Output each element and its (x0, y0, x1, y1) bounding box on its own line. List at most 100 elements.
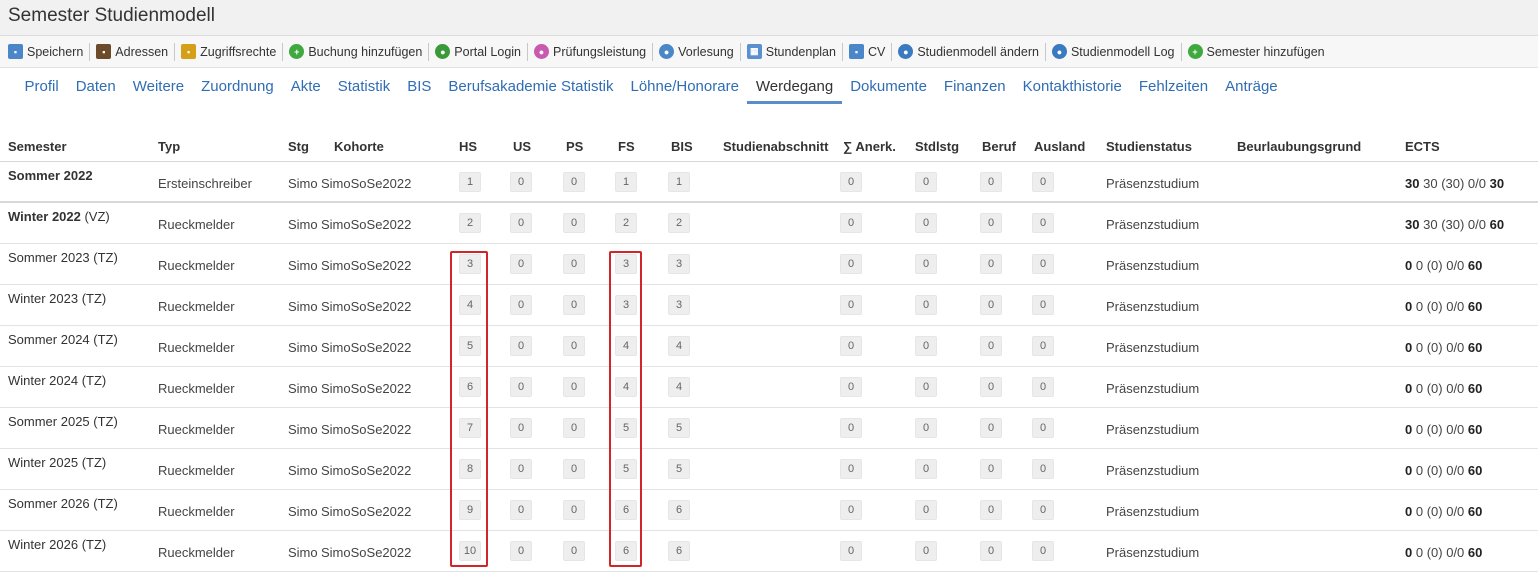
fs-input[interactable]: 4 (615, 377, 637, 397)
anerk-input[interactable]: 0 (840, 459, 862, 479)
toolbar-button-adressen[interactable]: ▪ Adressen (96, 44, 174, 59)
bis-input[interactable]: 4 (668, 377, 690, 397)
ps-input[interactable]: 0 (563, 541, 585, 561)
header-beurlaubungsgrund[interactable]: Beurlaubungsgrund (1237, 139, 1361, 154)
bis-input[interactable]: 1 (668, 172, 690, 192)
fs-input[interactable]: 2 (615, 213, 637, 233)
tab-statistik[interactable]: Statistik (329, 78, 399, 104)
header-ects[interactable]: ECTS (1405, 139, 1440, 154)
bis-input[interactable]: 6 (668, 541, 690, 561)
ausland-input[interactable]: 0 (1032, 295, 1054, 315)
beruf-input[interactable]: 0 (980, 336, 1002, 356)
header-stg[interactable]: Stg (288, 139, 309, 154)
header-ausland[interactable]: Ausland (1034, 139, 1085, 154)
beruf-input[interactable]: 0 (980, 213, 1002, 233)
fs-input[interactable]: 3 (615, 295, 637, 315)
stdlstg-input[interactable]: 0 (915, 500, 937, 520)
tab-dokumente[interactable]: Dokumente (842, 78, 936, 104)
ps-input[interactable]: 0 (563, 336, 585, 356)
anerk-input[interactable]: 0 (840, 254, 862, 274)
anerk-input[interactable]: 0 (840, 213, 862, 233)
ausland-input[interactable]: 0 (1032, 254, 1054, 274)
stdlstg-input[interactable]: 0 (915, 295, 937, 315)
hs-input[interactable]: 6 (459, 377, 481, 397)
ausland-input[interactable]: 0 (1032, 500, 1054, 520)
header-stdlstg[interactable]: Stdlstg (915, 139, 959, 154)
us-input[interactable]: 0 (510, 377, 532, 397)
ps-input[interactable]: 0 (563, 500, 585, 520)
us-input[interactable]: 0 (510, 459, 532, 479)
ausland-input[interactable]: 0 (1032, 418, 1054, 438)
us-input[interactable]: 0 (510, 336, 532, 356)
hs-input[interactable]: 5 (459, 336, 481, 356)
tab-werdegang[interactable]: Werdegang (747, 78, 842, 104)
anerk-input[interactable]: 0 (840, 336, 862, 356)
toolbar-button-buchung-hinzufügen[interactable]: + Buchung hinzufügen (289, 44, 428, 59)
beruf-input[interactable]: 0 (980, 172, 1002, 192)
beruf-input[interactable]: 0 (980, 254, 1002, 274)
ausland-input[interactable]: 0 (1032, 377, 1054, 397)
hs-input[interactable]: 3 (459, 254, 481, 274)
stdlstg-input[interactable]: 0 (915, 418, 937, 438)
us-input[interactable]: 0 (510, 295, 532, 315)
ps-input[interactable]: 0 (563, 377, 585, 397)
header-hs[interactable]: HS (459, 139, 477, 154)
tab-kontakthistorie[interactable]: Kontakthistorie (1014, 78, 1130, 104)
ps-input[interactable]: 0 (563, 254, 585, 274)
bis-input[interactable]: 6 (668, 500, 690, 520)
fs-input[interactable]: 1 (615, 172, 637, 192)
fs-input[interactable]: 6 (615, 541, 637, 561)
tab-fehlzeiten[interactable]: Fehlzeiten (1130, 78, 1216, 104)
bis-input[interactable]: 5 (668, 459, 690, 479)
header-fs[interactable]: FS (618, 139, 635, 154)
stdlstg-input[interactable]: 0 (915, 254, 937, 274)
tab-zuordnung[interactable]: Zuordnung (193, 78, 283, 104)
header-kohorte[interactable]: Kohorte (334, 139, 384, 154)
hs-input[interactable]: 10 (459, 541, 481, 561)
ausland-input[interactable]: 0 (1032, 172, 1054, 192)
toolbar-button-portal-login[interactable]: ● Portal Login (435, 44, 527, 59)
hs-input[interactable]: 8 (459, 459, 481, 479)
fs-input[interactable]: 4 (615, 336, 637, 356)
tab-bis[interactable]: BIS (399, 78, 440, 104)
tab-finanzen[interactable]: Finanzen (935, 78, 1014, 104)
ausland-input[interactable]: 0 (1032, 213, 1054, 233)
ausland-input[interactable]: 0 (1032, 336, 1054, 356)
anerk-input[interactable]: 0 (840, 377, 862, 397)
tab-weitere[interactable]: Weitere (124, 78, 192, 104)
header-beruf[interactable]: Beruf (982, 139, 1016, 154)
beruf-input[interactable]: 0 (980, 377, 1002, 397)
toolbar-button-stundenplan[interactable]: ▦ Stundenplan (746, 44, 842, 59)
toolbar-button-zugriffsrechte[interactable]: ▪ Zugriffsrechte (181, 44, 282, 59)
header-studienabschnitt[interactable]: Studienabschnitt (723, 139, 828, 154)
anerk-input[interactable]: 0 (840, 418, 862, 438)
ps-input[interactable]: 0 (563, 295, 585, 315)
bis-input[interactable]: 3 (668, 254, 690, 274)
hs-input[interactable]: 4 (459, 295, 481, 315)
toolbar-button-cv[interactable]: ▪ CV (848, 44, 891, 59)
fs-input[interactable]: 3 (615, 254, 637, 274)
stdlstg-input[interactable]: 0 (915, 336, 937, 356)
beruf-input[interactable]: 0 (980, 459, 1002, 479)
beruf-input[interactable]: 0 (980, 541, 1002, 561)
stdlstg-input[interactable]: 0 (915, 459, 937, 479)
stdlstg-input[interactable]: 0 (915, 213, 937, 233)
header-us[interactable]: US (513, 139, 531, 154)
us-input[interactable]: 0 (510, 500, 532, 520)
fs-input[interactable]: 5 (615, 459, 637, 479)
header-semester[interactable]: Semester (8, 139, 67, 154)
fs-input[interactable]: 5 (615, 418, 637, 438)
hs-input[interactable]: 9 (459, 500, 481, 520)
header-bis[interactable]: BIS (671, 139, 693, 154)
stdlstg-input[interactable]: 0 (915, 172, 937, 192)
ps-input[interactable]: 0 (563, 459, 585, 479)
stdlstg-input[interactable]: 0 (915, 377, 937, 397)
tab-berufsakademie-statistik[interactable]: Berufsakademie Statistik (440, 78, 622, 104)
ausland-input[interactable]: 0 (1032, 459, 1054, 479)
ps-input[interactable]: 0 (563, 418, 585, 438)
anerk-input[interactable]: 0 (840, 541, 862, 561)
tab-löhne-honorare[interactable]: Löhne/Honorare (622, 78, 747, 104)
bis-input[interactable]: 4 (668, 336, 690, 356)
anerk-input[interactable]: 0 (840, 500, 862, 520)
ausland-input[interactable]: 0 (1032, 541, 1054, 561)
